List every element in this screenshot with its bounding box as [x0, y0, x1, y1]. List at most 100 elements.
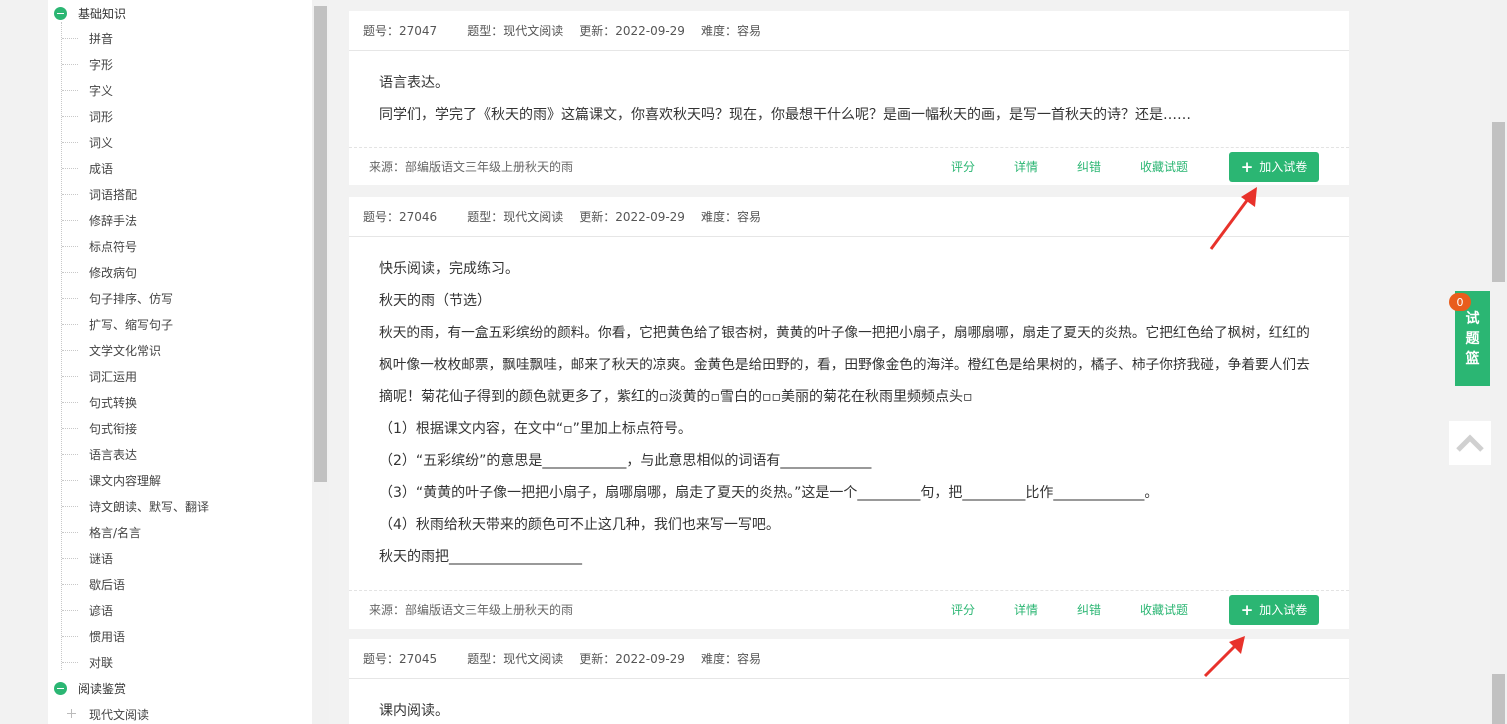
- add-to-paper-button[interactable]: + 加入试卷: [1229, 151, 1319, 182]
- tree-item-xiuci[interactable]: 修辞手法: [62, 210, 137, 230]
- tree-item-label: 谚语: [89, 603, 114, 618]
- tree-category-basic[interactable]: 基础知识: [54, 3, 126, 23]
- tree-dash: [62, 271, 78, 273]
- tree-item-label: 格言/名言: [89, 525, 142, 540]
- tree-item-biaodian[interactable]: 标点符号: [62, 236, 137, 256]
- tree-item-ziyi[interactable]: 字义: [62, 80, 113, 100]
- tree-item-ciyu-dapei[interactable]: 词语搭配: [62, 184, 137, 204]
- tree-scrollbar-thumb[interactable]: [314, 6, 327, 482]
- correct-link[interactable]: 纠错: [1077, 158, 1101, 175]
- tree-item-xianjie[interactable]: 句式衔接: [62, 418, 137, 438]
- details-link[interactable]: 详情: [1014, 158, 1038, 175]
- tree-item-label: 词义: [89, 135, 114, 150]
- add-to-paper-label: 加入试卷: [1259, 603, 1308, 617]
- question-line: 枫叶像一枚枚邮票，飘哇飘哇，邮来了秋天的凉爽。金黄色是给田野的，看，田野像金色的…: [379, 357, 1310, 373]
- rate-link[interactable]: 评分: [951, 601, 975, 618]
- tree-dash: [62, 505, 78, 507]
- tree-item-label: 句式衔接: [89, 421, 138, 436]
- page-scrollbar-thumb-lower[interactable]: [1492, 674, 1505, 724]
- question-line: （2）“五彩缤纷”的意思是____________，与此意思相似的词语有____…: [379, 453, 872, 469]
- tree-item-label: 字义: [89, 83, 114, 98]
- tree-item-pinyin[interactable]: 拼音: [62, 28, 113, 48]
- tree-item-paixu[interactable]: 句子排序、仿写: [62, 288, 173, 308]
- tree-item-yanyu[interactable]: 谚语: [62, 600, 113, 620]
- page-root: 基础知识 拼音 字形 字义 词形 词义 成语 词语搭配 修辞手法 标点符号 修改…: [0, 0, 1507, 724]
- question-line: 秋天的雨，有一盒五彩缤纷的颜料。你看，它把黄色给了银杏树，黄黄的叶子像一把把小扇…: [379, 325, 1310, 341]
- details-link[interactable]: 详情: [1014, 601, 1038, 618]
- tree-item-label: 句式转换: [89, 395, 138, 410]
- tree-dash: [62, 297, 78, 299]
- collapse-circle-icon[interactable]: [54, 681, 67, 695]
- tree-item-label: 标点符号: [89, 239, 138, 254]
- tree-item-bingju[interactable]: 修改病句: [62, 262, 137, 282]
- tree-item-label: 扩写、缩写句子: [89, 317, 174, 332]
- question-difficulty: 难度：容易: [700, 652, 761, 666]
- tree-item-label: 字形: [89, 57, 114, 72]
- tree-item-label: 拼音: [89, 31, 114, 46]
- correct-link[interactable]: 纠错: [1077, 601, 1101, 618]
- tree-dash: [62, 453, 78, 455]
- tree-item-changshi[interactable]: 文学文化常识: [62, 340, 161, 360]
- tree-dash: [62, 63, 78, 65]
- tree-item-ciyi[interactable]: 词义: [62, 132, 113, 152]
- tree-item-chengyu[interactable]: 成语: [62, 158, 113, 178]
- tree-item-zixing[interactable]: 字形: [62, 54, 113, 74]
- collapse-circle-icon[interactable]: [54, 6, 67, 20]
- question-card: 题号：27046 题型：现代文阅读 更新：2022-09-29 难度：容易 快乐…: [349, 197, 1349, 629]
- question-line: （1）根据课文内容，在文中“▫”里加上标点符号。: [379, 421, 692, 437]
- question-id: 题号：27046: [363, 210, 438, 224]
- tree-item-label: 课文内容理解: [89, 473, 162, 488]
- tree-dash: [62, 193, 78, 195]
- tree-item-label: 修改病句: [89, 265, 138, 280]
- tree-item-label: 文学文化常识: [89, 343, 162, 358]
- tree-item-label: 词汇运用: [89, 369, 138, 384]
- tree-item-label: 歇后语: [89, 577, 126, 592]
- tree-dash: [62, 89, 78, 91]
- tree-item-zhuanhuan[interactable]: 句式转换: [62, 392, 137, 412]
- question-update: 更新：2022-09-29: [579, 210, 685, 224]
- tree-item-miyu[interactable]: 谜语: [62, 548, 113, 568]
- question-line: 同学们，学完了《秋天的雨》这篇课文，你喜欢秋天吗？现在，你最想干什么呢？是画一幅…: [379, 107, 1191, 123]
- question-meta: 题号：27046 题型：现代文阅读 更新：2022-09-29 难度：容易: [349, 197, 1349, 237]
- tree-item-label: 谜语: [89, 551, 114, 566]
- tree-dash: [62, 531, 78, 533]
- favorite-link[interactable]: 收藏试题: [1140, 158, 1188, 175]
- tree-item-kewen-lijie[interactable]: 课文内容理解: [62, 470, 161, 490]
- page-scrollbar-thumb[interactable]: [1492, 122, 1505, 282]
- tree-item-guanyongyu[interactable]: 惯用语: [62, 626, 125, 646]
- question-body[interactable]: 课内阅读。: [379, 695, 1339, 724]
- page-scrollbar[interactable]: [1490, 0, 1507, 724]
- tree-item-label: 词语搭配: [89, 187, 138, 202]
- tree-scrollbar[interactable]: [312, 0, 329, 724]
- tree-dash: [62, 583, 78, 585]
- rate-link[interactable]: 评分: [951, 158, 975, 175]
- tree-category-reading[interactable]: 阅读鉴赏: [54, 678, 126, 698]
- tree-item-xiehouyu[interactable]: 歇后语: [62, 574, 125, 594]
- question-body[interactable]: 语言表达。 同学们，学完了《秋天的雨》这篇课文，你喜欢秋天吗？现在，你最想干什么…: [379, 67, 1339, 131]
- question-body[interactable]: 快乐阅读，完成练习。 秋天的雨（节选） 秋天的雨，有一盒五彩缤纷的颜料。你看，它…: [379, 253, 1339, 573]
- tree-item-yuyan-biaoda[interactable]: 语言表达: [62, 444, 137, 464]
- tree-item-shiwen[interactable]: 诗文朗读、默写、翻译: [62, 496, 209, 516]
- add-to-paper-label: 加入试卷: [1259, 160, 1308, 174]
- tree-item-kuoxie[interactable]: 扩写、缩写句子: [62, 314, 173, 334]
- question-type: 题型：现代文阅读: [467, 24, 564, 38]
- tree-item-modern-reading[interactable]: 现代文阅读: [78, 704, 149, 724]
- chevron-up-icon: [1456, 434, 1484, 452]
- question-line: 摘呢！菊花仙子得到的颜色就更多了，紫红的▫淡黄的▫雪白的▫▫美丽的菊花在秋雨里频…: [379, 389, 973, 405]
- back-to-top-button[interactable]: [1449, 421, 1491, 465]
- question-type: 题型：现代文阅读: [467, 652, 564, 666]
- question-line: 秋天的雨把___________________: [379, 549, 582, 565]
- add-to-paper-button[interactable]: + 加入试卷: [1229, 594, 1319, 625]
- tree-item-label: 成语: [89, 161, 114, 176]
- tree-item-duilian[interactable]: 对联: [62, 652, 113, 672]
- tree-item-label: 词形: [89, 109, 114, 124]
- tree-dash: [62, 167, 78, 169]
- expand-plus-icon[interactable]: [67, 709, 76, 718]
- tree-category-label: 阅读鉴赏: [78, 681, 127, 696]
- tree-dash: [62, 115, 78, 117]
- question-meta: 题号：27047 题型：现代文阅读 更新：2022-09-29 难度：容易: [349, 11, 1349, 51]
- tree-item-cixing[interactable]: 词形: [62, 106, 113, 126]
- favorite-link[interactable]: 收藏试题: [1140, 601, 1188, 618]
- tree-item-geyan[interactable]: 格言/名言: [62, 522, 141, 542]
- tree-item-cihui[interactable]: 词汇运用: [62, 366, 137, 386]
